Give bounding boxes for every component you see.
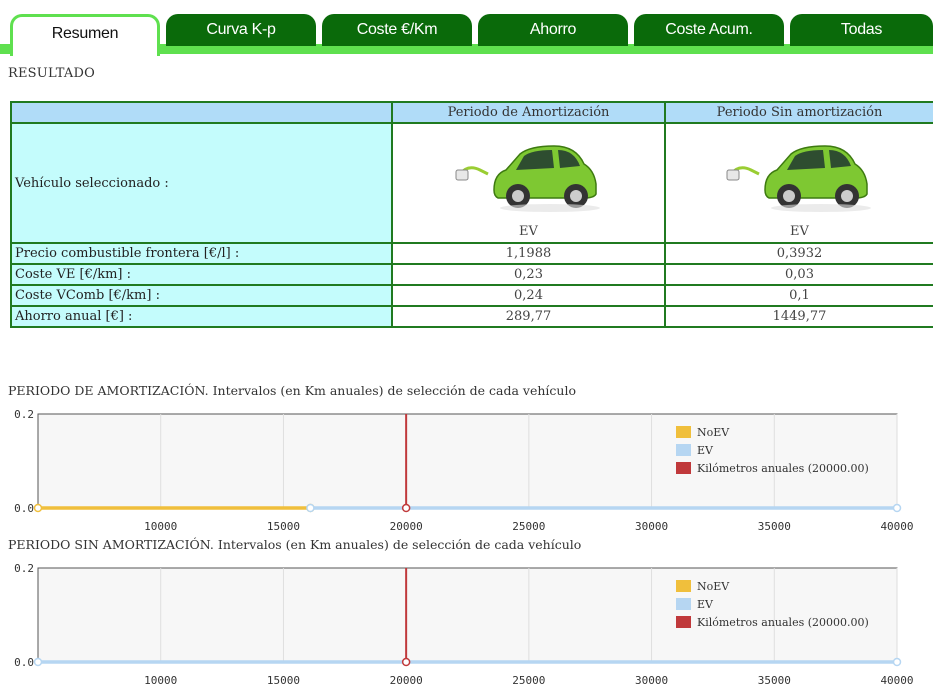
- x-tick-label: 10000: [144, 674, 177, 687]
- tab-curva-kp[interactable]: Curva K-p: [166, 14, 316, 46]
- row-label: Coste VComb [€/km] :: [10, 284, 393, 307]
- tab-label: Coste Acum.: [665, 21, 753, 38]
- tab-label: Ahorro: [529, 21, 577, 38]
- legend-swatch: [676, 598, 691, 610]
- x-tick-label: 30000: [635, 674, 668, 687]
- legend-swatch: [676, 426, 691, 438]
- electric-car-icon: [726, 145, 871, 212]
- tab-ahorro[interactable]: Ahorro: [478, 14, 628, 46]
- table-row: Vehículo seleccionado : EV EV: [10, 122, 933, 244]
- tab-todas[interactable]: Todas: [790, 14, 933, 46]
- tab-label: Curva K-p: [206, 21, 276, 38]
- cell-value: 0,03: [664, 263, 933, 286]
- legend-swatch: [676, 444, 691, 456]
- x-tick-label: 35000: [758, 674, 791, 687]
- column-header: Periodo Sin amortización: [664, 101, 933, 124]
- legend-label: NoEV: [697, 426, 730, 439]
- legend-label: Kilómetros anuales (20000.00): [697, 616, 869, 629]
- table-header-row: Periodo de Amortización Periodo Sin amor…: [10, 101, 933, 124]
- interval-chart-sin-amortizacion: 10000 15000 20000 25000 30000 35000 40000 0.0 0.…: [0, 558, 933, 692]
- x-tick-label: 40000: [880, 674, 913, 687]
- table-row: Ahorro anual [€] : 289,77 1449,77: [10, 305, 933, 328]
- tab-label: Resumen: [51, 24, 119, 42]
- vehicle-name: EV: [519, 224, 538, 239]
- legend-swatch: [676, 580, 691, 592]
- tab-bar: Resumen Curva K-p Coste €/Km Ahorro Cost…: [0, 0, 933, 56]
- x-tick-label: 40000: [880, 520, 913, 533]
- legend-swatch: [676, 616, 691, 628]
- result-title: RESULTADO: [8, 66, 95, 81]
- interval-chart-amortizacion: 10000 15000 20000 25000 30000 35000 40000 0.0 0.…: [0, 404, 933, 544]
- y-tick-label: 0.0: [14, 656, 34, 669]
- cell-value: 1,1988: [391, 242, 666, 265]
- y-tick-label: 0.0: [14, 502, 34, 515]
- x-tick-label: 25000: [512, 674, 545, 687]
- chart-svg: 10000 15000 20000 25000 30000 35000 40000 0.0 0.…: [14, 408, 913, 533]
- plot-area: [37, 413, 898, 509]
- x-tick-label: 20000: [390, 520, 423, 533]
- chart-title: PERIODO DE AMORTIZACIÓN. Intervalos (en …: [8, 383, 576, 398]
- x-tick-label: 35000: [758, 520, 791, 533]
- vehicle-name: EV: [790, 224, 809, 239]
- result-table: Periodo de Amortización Periodo Sin amor…: [10, 101, 933, 328]
- tab-coste-acum[interactable]: Coste Acum.: [634, 14, 784, 46]
- legend-label: NoEV: [697, 580, 730, 593]
- vehicle-label: Vehículo seleccionado :: [10, 122, 393, 244]
- series-point: [306, 503, 315, 513]
- y-tick-label: 0.2: [14, 562, 34, 575]
- series-point: [892, 503, 902, 513]
- x-tick-label: 10000: [144, 520, 177, 533]
- y-tick-label: 0.2: [14, 408, 34, 421]
- cell-value: 0,24: [391, 284, 666, 307]
- chart-svg: 10000 15000 20000 25000 30000 35000 40000 0.0 0.…: [14, 562, 913, 687]
- series-point: [892, 657, 902, 667]
- km-annual-point: [401, 503, 411, 513]
- series-point: [33, 503, 43, 513]
- legend-label: Kilómetros anuales (20000.00): [697, 462, 869, 475]
- vehicle-cell: EV: [664, 122, 933, 244]
- cell-value: 0,3932: [664, 242, 933, 265]
- plot-area: [37, 567, 898, 663]
- series-point: [33, 657, 43, 667]
- legend-label: EV: [697, 444, 714, 457]
- table-row: Precio combustible frontera [€/l] : 1,19…: [10, 242, 933, 265]
- cell-value: 289,77: [391, 305, 666, 328]
- cell-value: 1449,77: [664, 305, 933, 328]
- legend-label: EV: [697, 598, 714, 611]
- row-label: Coste VE [€/km] :: [10, 263, 393, 286]
- tab-coste-km[interactable]: Coste €/Km: [322, 14, 472, 46]
- cell-value: 0,23: [391, 263, 666, 286]
- column-header: Periodo de Amortización: [391, 101, 666, 124]
- x-tick-label: 30000: [635, 520, 668, 533]
- tab-resumen[interactable]: Resumen: [10, 14, 160, 56]
- x-tick-label: 15000: [267, 674, 300, 687]
- tab-label: Todas: [840, 21, 883, 38]
- cell-value: 0,1: [664, 284, 933, 307]
- table-row: Coste VE [€/km] : 0,23 0,03: [10, 263, 933, 286]
- row-label: Ahorro anual [€] :: [10, 305, 393, 328]
- row-label: Precio combustible frontera [€/l] :: [10, 242, 393, 265]
- x-tick-label: 15000: [267, 520, 300, 533]
- tab-label: Coste €/Km: [356, 21, 438, 38]
- legend-swatch: [676, 462, 691, 474]
- electric-car-icon: [455, 145, 600, 212]
- x-tick-label: 20000: [390, 674, 423, 687]
- table-row: Coste VComb [€/km] : 0,24 0,1: [10, 284, 933, 307]
- vehicle-cell: EV: [391, 122, 666, 244]
- x-tick-label: 25000: [512, 520, 545, 533]
- km-annual-point: [401, 657, 411, 667]
- chart-title: PERIODO SIN AMORTIZACIÓN. Intervalos (en…: [8, 537, 582, 552]
- table-corner-cell: [10, 101, 393, 124]
